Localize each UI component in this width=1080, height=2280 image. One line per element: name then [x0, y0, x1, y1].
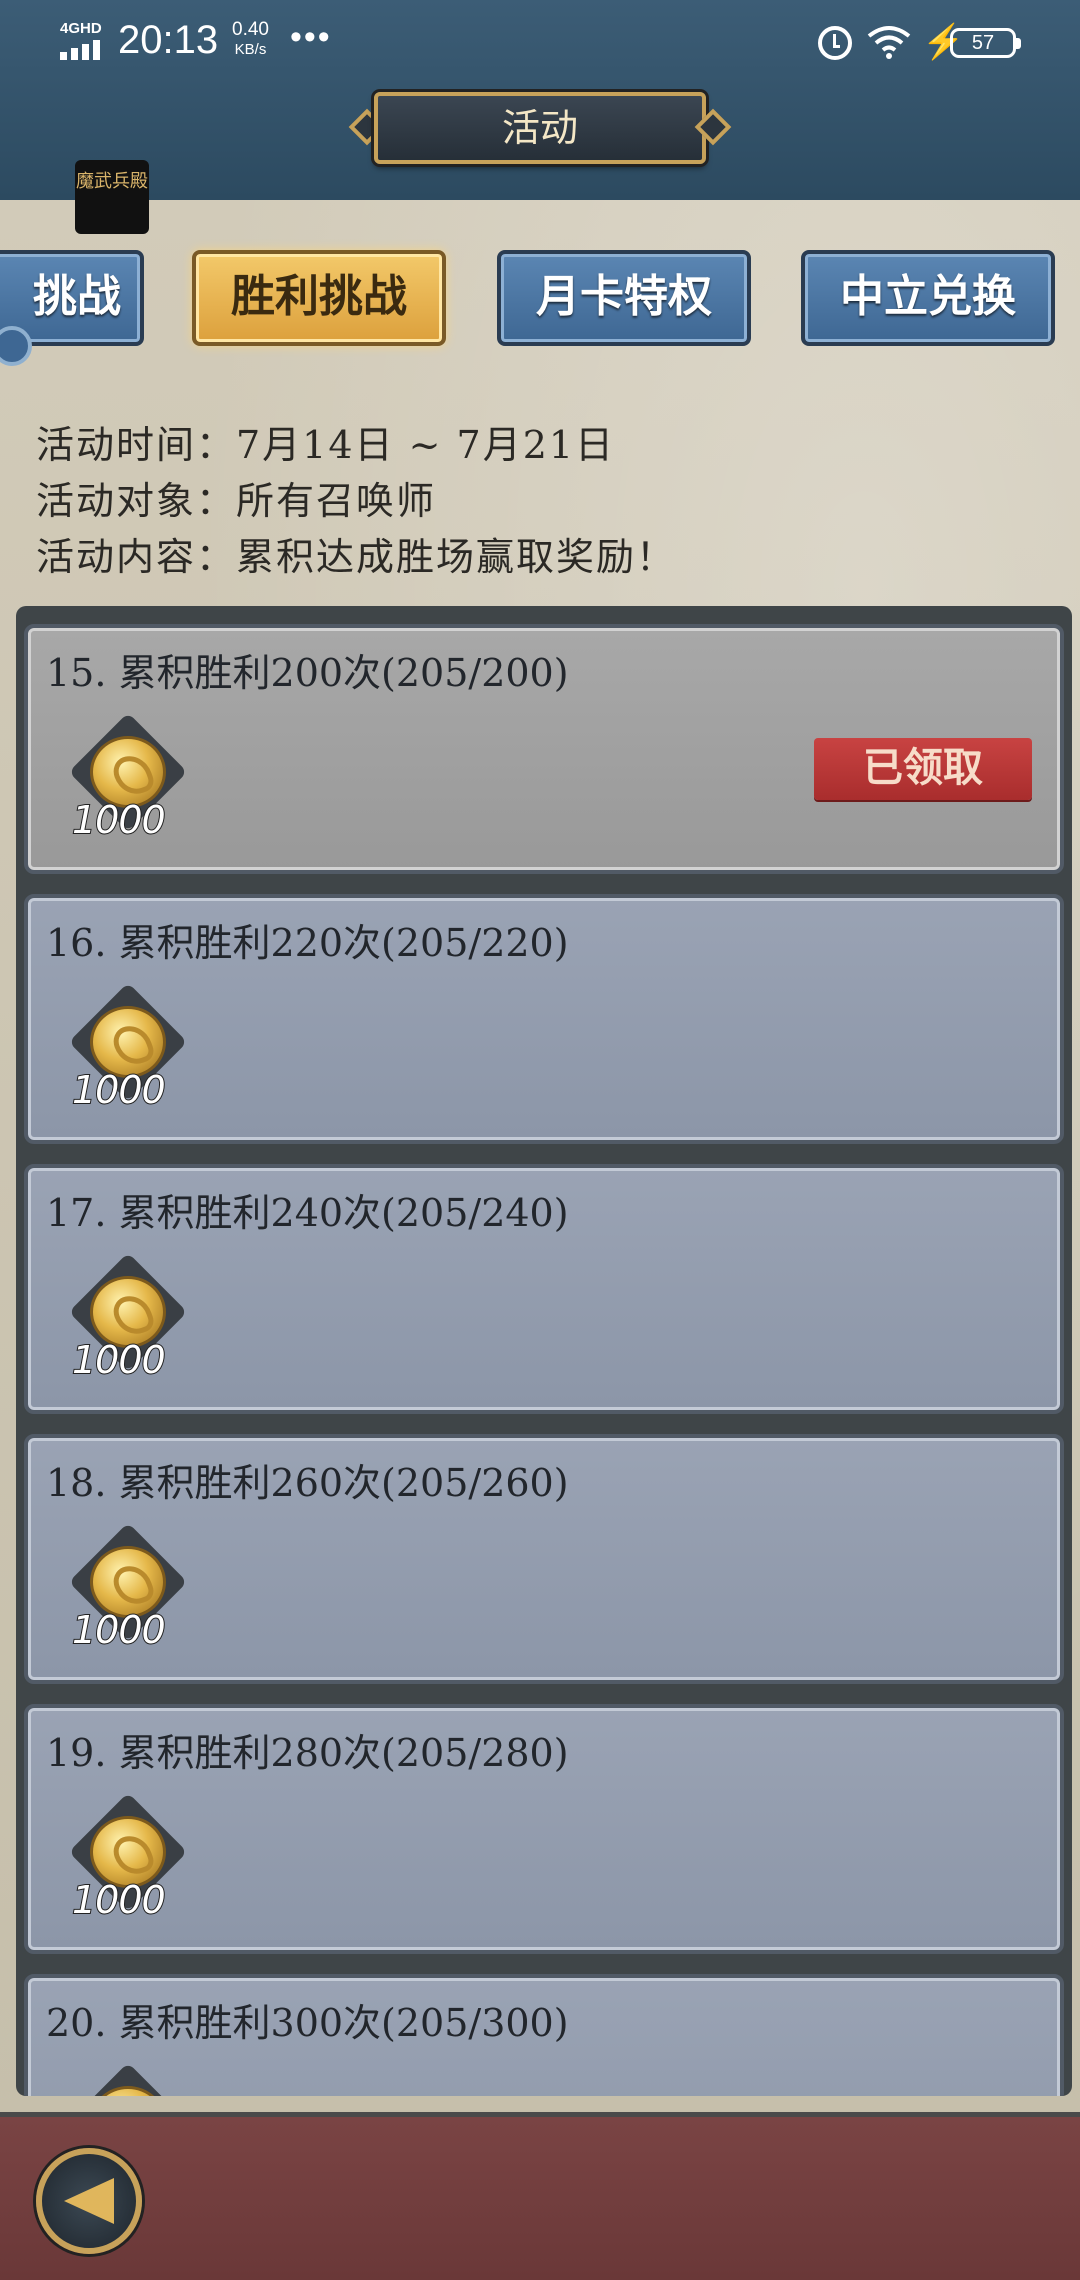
task-card: 20. 累积胜利300次(205/300) 1000 [24, 1974, 1064, 2096]
task-card: 19. 累积胜利280次(205/280) 1000 [24, 1704, 1064, 1954]
reward-amount: 1000 [71, 1607, 167, 1653]
page-title: 活动 [374, 92, 706, 164]
tab-monthly-card[interactable]: 月卡特权 [497, 250, 751, 346]
activity-target: 活动对象：所有召唤师 [36, 479, 437, 523]
tab-neutral-exchange[interactable]: 中立兑换 [801, 250, 1055, 346]
reward-amount: 1000 [71, 1067, 167, 1113]
game-logo: 魔武兵殿 [75, 160, 149, 234]
top-header: 4GHD 20:13 0.40 KB/s ••• ⚡ 57 活动 [0, 0, 1080, 200]
tab-victory-challenge[interactable]: 胜利挑战 [192, 250, 446, 346]
more-icon: ••• [290, 18, 332, 56]
alarm-icon [818, 26, 852, 60]
task-title: 16. 累积胜利220次(205/220) [46, 921, 569, 965]
signal-icon [60, 38, 104, 60]
task-title: 15. 累积胜利200次(205/200) [46, 651, 569, 695]
network-type: 4GHD [60, 20, 102, 37]
speed-unit: KB/s [234, 41, 267, 58]
reward-item[interactable]: 1000 [68, 1522, 192, 1653]
wifi-icon [867, 26, 911, 59]
task-title: 20. 累积胜利300次(205/300) [46, 2001, 569, 2045]
claimed-badge: 已领取 [814, 738, 1032, 800]
task-card: 15. 累积胜利200次(205/200) 1000 已领取 [24, 624, 1064, 874]
reward-item[interactable]: 1000 [68, 982, 192, 1113]
reward-item[interactable]: 1000 [68, 1252, 192, 1383]
reward-item[interactable]: 1000 [68, 1792, 192, 1923]
task-card: 16. 累积胜利220次(205/220) 1000 [24, 894, 1064, 1144]
battery-icon: 57 [950, 28, 1021, 58]
task-list[interactable]: 15. 累积胜利200次(205/200) 1000 已领取 16. 累积胜利2… [16, 606, 1072, 2096]
reward-item[interactable]: 1000 [68, 712, 192, 843]
clock: 20:13 [118, 18, 219, 62]
status-bar: 4GHD 20:13 0.40 KB/s ••• ⚡ 57 [0, 0, 1080, 84]
activity-time: 活动时间：7月14日 ~ 7月21日 [36, 423, 616, 467]
reward-item[interactable]: 1000 [68, 2062, 192, 2096]
reward-amount: 1000 [71, 1337, 167, 1383]
network-speed: 0.40 KB/s [232, 20, 269, 60]
task-card: 17. 累积胜利240次(205/240) 1000 [24, 1164, 1064, 1414]
task-title: 19. 累积胜利280次(205/280) [46, 1731, 569, 1775]
bottom-bar [0, 2112, 1080, 2280]
task-title: 17. 累积胜利240次(205/240) [46, 1191, 569, 1235]
activity-content: 活动内容：累积达成胜场赢取奖励！ [36, 535, 677, 579]
task-card: 18. 累积胜利260次(205/260) 1000 [24, 1434, 1064, 1684]
reward-amount: 1000 [71, 1877, 167, 1923]
reward-amount: 1000 [71, 797, 167, 843]
back-button[interactable] [36, 2148, 142, 2254]
speed-value: 0.40 [232, 19, 269, 40]
task-title: 18. 累积胜利260次(205/260) [46, 1461, 569, 1505]
